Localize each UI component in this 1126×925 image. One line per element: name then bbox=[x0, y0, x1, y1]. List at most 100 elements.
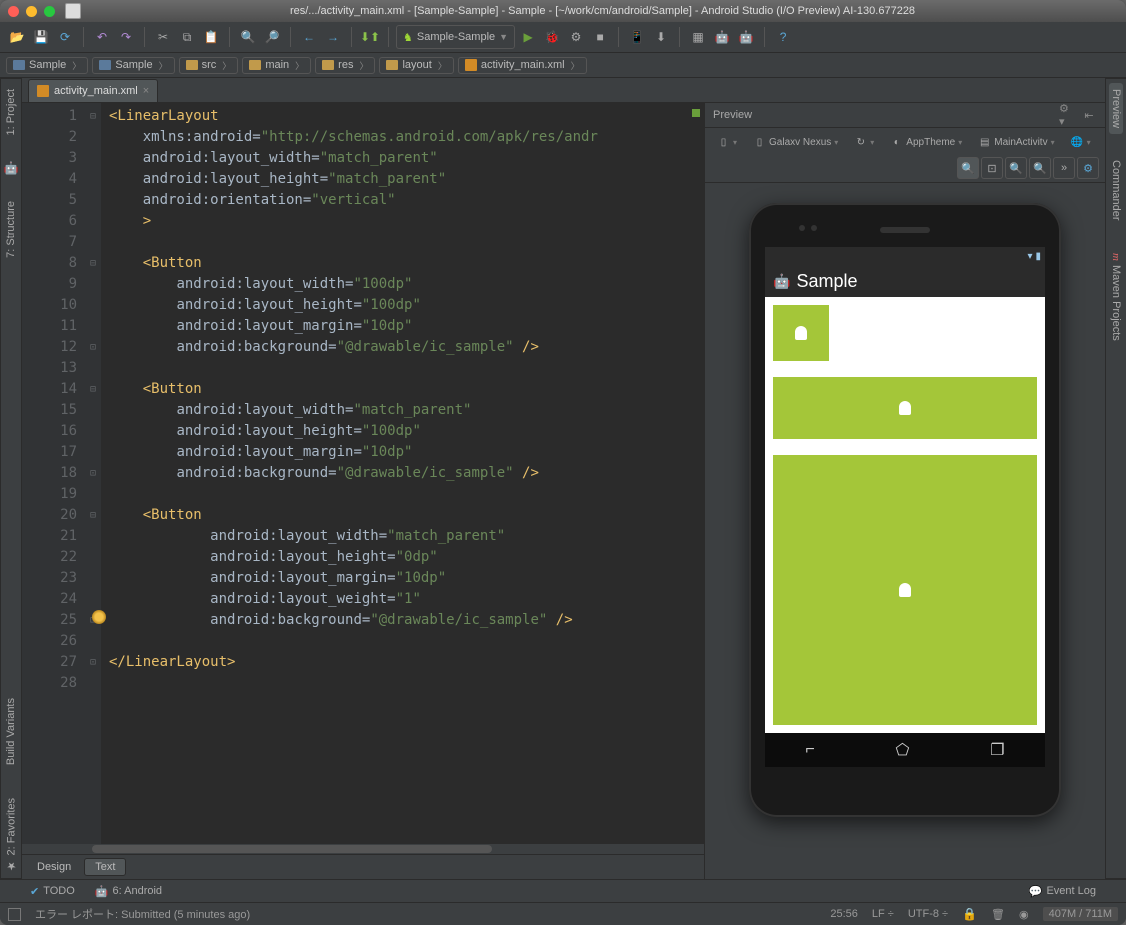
avd-manager-icon[interactable]: 📱 bbox=[626, 26, 648, 48]
orientation-selector[interactable]: ↻▾ bbox=[848, 134, 880, 151]
more-icon[interactable]: » bbox=[1053, 157, 1075, 179]
close-window-button[interactable] bbox=[8, 6, 19, 17]
undo-icon[interactable]: ↶ bbox=[91, 26, 113, 48]
breadcrumb-item[interactable]: Sample〉 bbox=[92, 57, 174, 74]
design-tab[interactable]: Design bbox=[26, 858, 82, 876]
zoom-actual-icon[interactable]: ⊡ bbox=[981, 157, 1003, 179]
android-icon[interactable]: 🤖 bbox=[4, 161, 18, 175]
settings-icon[interactable]: ⚙ bbox=[1077, 157, 1099, 179]
zoom-in-icon[interactable]: 🔍 bbox=[1005, 157, 1027, 179]
gear-icon[interactable]: ⚙ ▾ bbox=[1059, 107, 1075, 123]
run-config-selector[interactable]: ♞ Sample-Sample ▼ bbox=[396, 25, 515, 49]
project-structure-icon[interactable]: ▦ bbox=[687, 26, 709, 48]
maven-tool-tab[interactable]: mMaven Projects bbox=[1109, 247, 1123, 347]
breadcrumb-item[interactable]: main〉 bbox=[242, 57, 311, 74]
editor-pane: activity_main.xml × 12345678910111213141… bbox=[22, 78, 1105, 879]
commander-tool-tab[interactable]: Commander bbox=[1109, 154, 1123, 227]
text-tab[interactable]: Text bbox=[84, 858, 126, 876]
find-icon[interactable]: 🔍 bbox=[237, 26, 259, 48]
copy-icon[interactable]: ⧉ bbox=[176, 26, 198, 48]
intention-bulb-icon[interactable] bbox=[92, 610, 106, 624]
line-gutter: 1234567891011121314151617181920212223242… bbox=[22, 103, 85, 844]
breadcrumb-item[interactable]: res〉 bbox=[315, 57, 375, 74]
folder-icon bbox=[322, 60, 334, 70]
sync-gradle-icon[interactable]: 🤖 bbox=[711, 26, 733, 48]
xml-file-icon bbox=[465, 59, 477, 71]
zoom-window-button[interactable] bbox=[44, 6, 55, 17]
bottom-tool-rail: ✔TODO 🤖6: Android 💬Event Log bbox=[0, 879, 1126, 902]
cut-icon[interactable]: ✂ bbox=[152, 26, 174, 48]
window-title: res/.../activity_main.xml - [Sample-Samp… bbox=[87, 5, 1118, 17]
project-tool-tab[interactable]: 1: Project bbox=[4, 83, 18, 141]
debug-icon[interactable]: 🐞 bbox=[541, 26, 563, 48]
breadcrumb-item[interactable]: layout〉 bbox=[379, 57, 453, 74]
breadcrumb-bar: Sample〉Sample〉 src〉main〉res〉layout〉 activi… bbox=[0, 53, 1126, 78]
replace-icon[interactable]: 🔎 bbox=[261, 26, 283, 48]
horizontal-scrollbar[interactable] bbox=[22, 844, 704, 854]
android-tool-tab[interactable]: 🤖6: Android bbox=[95, 885, 162, 898]
todo-tool-tab[interactable]: ✔TODO bbox=[30, 885, 75, 898]
window-titlebar: res/.../activity_main.xml - [Sample-Samp… bbox=[0, 0, 1126, 22]
open-icon[interactable]: 📂 bbox=[6, 26, 28, 48]
window-controls bbox=[8, 6, 55, 17]
app-actionbar: 🤖 Sample bbox=[765, 265, 1045, 297]
stop-icon[interactable]: ■ bbox=[589, 26, 611, 48]
folder-icon bbox=[99, 60, 111, 70]
save-icon[interactable]: 💾 bbox=[30, 26, 52, 48]
breadcrumb-item[interactable]: Sample〉 bbox=[6, 57, 88, 74]
breadcrumb-item[interactable]: src〉 bbox=[179, 57, 239, 74]
run-config-label: Sample-Sample bbox=[417, 31, 495, 43]
sync-icon[interactable]: ⟳ bbox=[54, 26, 76, 48]
lock-icon[interactable]: 🔒 bbox=[962, 907, 977, 921]
preview-button-2 bbox=[773, 377, 1037, 439]
breadcrumb-item[interactable]: activity_main.xml〉 bbox=[458, 57, 587, 74]
back-icon[interactable]: ← bbox=[298, 26, 320, 48]
zoom-fit-icon[interactable]: 🔍 bbox=[957, 157, 979, 179]
preview-header: Preview ⚙ ▾ ⇤ bbox=[705, 103, 1105, 128]
inspector-icon[interactable]: ◉ bbox=[1019, 908, 1029, 921]
hide-icon[interactable]: ⇤ bbox=[1081, 107, 1097, 123]
activity-selector[interactable]: ▤MainActivitv▾ bbox=[972, 134, 1060, 151]
help-icon[interactable]: ? bbox=[772, 26, 794, 48]
close-tab-icon[interactable]: × bbox=[143, 85, 149, 97]
android-monitor-icon[interactable]: 🤖 bbox=[735, 26, 757, 48]
code-lines[interactable]: <LinearLayout xmlns:android="http://sche… bbox=[101, 103, 704, 844]
paste-icon[interactable]: 📋 bbox=[200, 26, 222, 48]
preview-button-3 bbox=[773, 455, 1037, 725]
trash-icon[interactable]: 🗑 bbox=[991, 908, 1005, 921]
main-toolbar: 📂 💾 ⟳ ↶ ↷ ✂ ⧉ 📋 🔍 🔎 ← → ⬇⬆ ♞ Sample-Samp… bbox=[0, 22, 1126, 53]
preview-pane: Preview ⚙ ▾ ⇤ ▯▾ ▯Galaxv Nexus▾ ↻▾ ◐AppT… bbox=[704, 103, 1105, 879]
redo-icon[interactable]: ↷ bbox=[115, 26, 137, 48]
memory-indicator[interactable]: 407M / 711M bbox=[1043, 907, 1118, 921]
folder-icon bbox=[13, 60, 25, 70]
ide-statusbar: エラー レポート: Submitted (5 minutes ago) 25:5… bbox=[0, 902, 1126, 925]
build-variants-tab[interactable]: Build Variants bbox=[4, 692, 18, 771]
ide-window: res/.../activity_main.xml - [Sample-Samp… bbox=[0, 0, 1126, 925]
forward-icon[interactable]: → bbox=[322, 26, 344, 48]
layout-editor-tabs: Design Text bbox=[22, 854, 704, 879]
locale-selector[interactable]: 🌐▾ bbox=[1065, 134, 1097, 151]
caret-position[interactable]: 25:56 bbox=[830, 908, 858, 920]
make-icon[interactable]: ⬇⬆ bbox=[359, 26, 381, 48]
zoom-out-icon[interactable]: 🔍 bbox=[1029, 157, 1051, 179]
theme-selector[interactable]: ◐AppTheme▾ bbox=[884, 134, 968, 151]
structure-tool-tab[interactable]: 7: Structure bbox=[4, 195, 18, 264]
layout-preview-area bbox=[765, 297, 1045, 733]
editor-tabs: activity_main.xml × bbox=[22, 78, 1105, 103]
code-editor[interactable]: 1234567891011121314151617181920212223242… bbox=[22, 103, 704, 879]
minimize-window-button[interactable] bbox=[26, 6, 37, 17]
attach-debugger-icon[interactable]: ⚙ bbox=[565, 26, 587, 48]
device-name-selector[interactable]: ▯Galaxv Nexus▾ bbox=[747, 134, 844, 151]
fold-column[interactable]: ⊟⊟⊡⊟⊡⊟⊡⊡ bbox=[85, 103, 101, 844]
favorites-tab[interactable]: ★2: Favorites bbox=[4, 792, 19, 878]
device-selector[interactable]: ▯▾ bbox=[711, 134, 743, 151]
sdk-manager-icon[interactable]: ⬇ bbox=[650, 26, 672, 48]
preview-tool-tab[interactable]: Preview bbox=[1109, 83, 1123, 134]
event-log-tab[interactable]: 💬Event Log bbox=[1029, 885, 1096, 898]
folder-icon bbox=[186, 60, 198, 70]
run-icon[interactable]: ▶ bbox=[517, 26, 539, 48]
encoding[interactable]: UTF-8 ÷ bbox=[908, 908, 948, 920]
file-tab-active[interactable]: activity_main.xml × bbox=[28, 79, 158, 102]
status-checkbox[interactable] bbox=[8, 908, 21, 921]
line-separator[interactable]: LF ÷ bbox=[872, 908, 894, 920]
